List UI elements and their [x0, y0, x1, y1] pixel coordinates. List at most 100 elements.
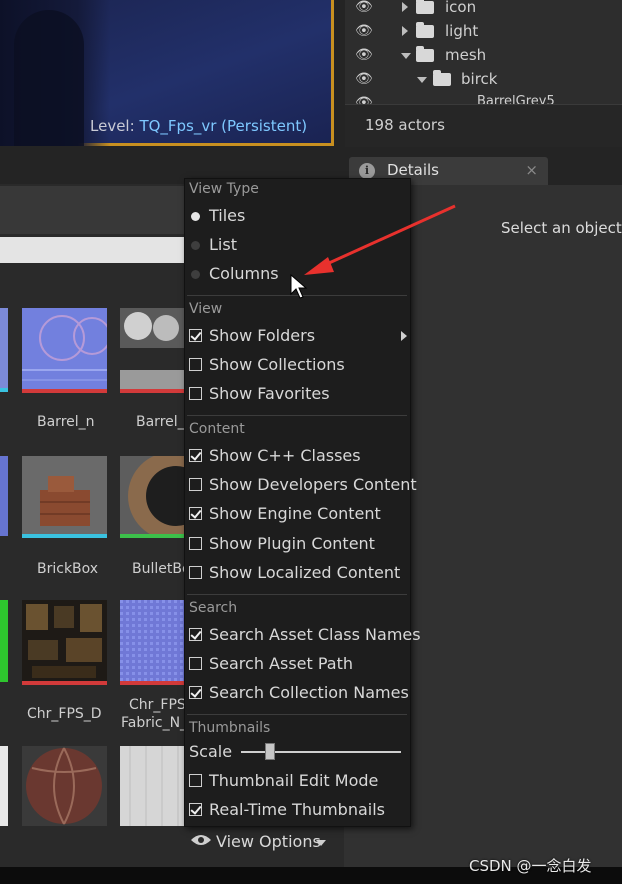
scale-slider-thumb[interactable]: [265, 743, 275, 760]
asset-label: BulletBo: [132, 561, 191, 577]
menu-item-label: Tiles: [209, 206, 246, 225]
outliner-item-label: icon: [445, 0, 477, 16]
world-outliner: 👁 icon 👁 light 👁 mesh 👁 birck 👁 BarrelGr…: [345, 0, 622, 111]
menu-item-label: Thumbnail Edit Mode: [209, 771, 379, 790]
thumbnail-scale-row: Scale: [189, 739, 405, 765]
menu-item-label: Show Developers Content: [209, 475, 417, 494]
thumbnail-edit-mode-option[interactable]: Thumbnail Edit Mode: [189, 768, 405, 794]
character-diffuse-preview: [22, 600, 107, 682]
asset-type-bar: [120, 389, 185, 393]
scale-label: Scale: [189, 742, 233, 761]
radio-unselected-icon: [191, 270, 200, 279]
asset-type-bar: [22, 534, 107, 538]
actor-count: 198 actors: [365, 116, 445, 134]
asset-label: Chr_FPS_D: [27, 706, 102, 722]
asset-type-bar: [120, 534, 185, 538]
search-asset-class-names-option[interactable]: Search Asset Class Names: [189, 622, 421, 648]
menu-item-label: Show C++ Classes: [209, 446, 361, 465]
show-developers-content-option[interactable]: Show Developers Content: [189, 472, 417, 498]
visibility-eye-icon[interactable]: 👁: [355, 0, 375, 15]
normal-map-preview: [22, 308, 111, 390]
asset-thumbnail-partial[interactable]: [0, 456, 8, 536]
checkbox-checked-icon: [189, 507, 202, 520]
checkbox-unchecked-icon: [189, 537, 202, 550]
visibility-eye-icon[interactable]: 👁: [355, 23, 375, 39]
collapse-arrow-icon[interactable]: [417, 77, 427, 83]
outliner-item-label: mesh: [445, 46, 487, 64]
outliner-row-icon[interactable]: 👁 icon: [345, 0, 622, 20]
actor-count-bar: 198 actors: [345, 104, 622, 147]
asset-thumbnail[interactable]: [120, 746, 185, 826]
collapse-arrow-icon[interactable]: [401, 53, 411, 59]
menu-item-label: Search Collection Names: [209, 683, 409, 702]
folder-icon: [416, 22, 434, 38]
level-indicator: Level: TQ_Fps_vr (Persistent): [90, 117, 307, 135]
menu-item-label: Real-Time Thumbnails: [209, 800, 386, 819]
visibility-eye-icon[interactable]: 👁: [355, 47, 375, 63]
asset-label: Barrel_n: [37, 414, 95, 430]
level-prefix: Level:: [90, 117, 135, 135]
asset-thumbnail-partial[interactable]: [0, 746, 8, 826]
asset-thumbnail[interactable]: [22, 308, 111, 390]
checkbox-unchecked-icon: [189, 657, 202, 670]
view-options-button[interactable]: View Options: [184, 826, 340, 860]
asset-type-bar: [22, 681, 107, 685]
show-plugin-content-option[interactable]: Show Plugin Content: [189, 531, 405, 557]
asset-thumbnail[interactable]: [120, 452, 216, 540]
outliner-row-mesh[interactable]: 👁 mesh: [345, 44, 622, 68]
checkbox-unchecked-icon: [189, 774, 202, 787]
show-cpp-classes-option[interactable]: Show C++ Classes: [189, 443, 405, 469]
menu-item-label: Show Plugin Content: [209, 534, 375, 553]
details-empty-hint: Select an object t: [501, 219, 622, 237]
bullet-box-preview: [120, 452, 216, 540]
outliner-row-birck[interactable]: 👁 birck: [345, 68, 622, 92]
show-favorites-option[interactable]: Show Favorites: [189, 381, 405, 407]
show-folders-option[interactable]: Show Folders: [189, 323, 407, 349]
asset-label: BrickBox: [37, 561, 99, 577]
details-tab-label: Details: [387, 161, 440, 179]
asset-type-bar: [120, 681, 185, 685]
search-asset-path-option[interactable]: Search Asset Path: [189, 651, 405, 677]
menu-item-label: Show Folders: [209, 326, 316, 345]
section-header-view-type: View Type: [189, 181, 259, 197]
show-engine-content-option[interactable]: Show Engine Content: [189, 501, 405, 527]
menu-separator: [187, 415, 407, 416]
visibility-eye-icon[interactable]: 👁: [355, 71, 375, 87]
material-sphere-preview: [22, 746, 107, 826]
search-collection-names-option[interactable]: Search Collection Names: [189, 680, 409, 706]
real-time-thumbnails-option[interactable]: Real-Time Thumbnails: [189, 797, 405, 823]
asset-thumbnail[interactable]: [120, 600, 185, 682]
folder-open-icon: [416, 46, 434, 62]
specular-map-preview: [120, 308, 185, 390]
section-header-view: View: [189, 301, 223, 317]
asset-thumbnail[interactable]: [120, 308, 185, 390]
close-icon[interactable]: ×: [525, 161, 538, 179]
outliner-row-light[interactable]: 👁 light: [345, 20, 622, 44]
search-input[interactable]: [0, 237, 188, 263]
menu-item-label: Show Favorites: [209, 384, 330, 403]
asset-thumbnail-partial[interactable]: [0, 600, 8, 682]
asset-thumbnail[interactable]: [22, 600, 107, 682]
radio-selected-icon: [191, 212, 200, 221]
show-localized-content-option[interactable]: Show Localized Content: [189, 560, 405, 586]
content-browser-toolbar: [0, 186, 188, 234]
asset-thumbnail[interactable]: [22, 746, 107, 826]
show-collections-option[interactable]: Show Collections: [189, 352, 405, 378]
expand-arrow-icon[interactable]: [402, 26, 408, 36]
annotation-arrow-icon: [304, 204, 456, 275]
folder-icon: [416, 0, 434, 14]
asset-thumbnail-partial[interactable]: [0, 308, 8, 390]
folder-open-icon: [433, 70, 451, 86]
checkbox-unchecked-icon: [189, 478, 202, 491]
level-name: TQ_Fps_vr (Persistent): [139, 117, 308, 135]
checkbox-checked-icon: [189, 449, 202, 462]
expand-arrow-icon[interactable]: [402, 2, 408, 12]
checkbox-checked-icon: [189, 686, 202, 699]
asset-thumbnail[interactable]: [22, 456, 107, 536]
info-icon: i: [359, 163, 375, 179]
section-header-content: Content: [189, 421, 245, 437]
checkbox-checked-icon: [189, 628, 202, 641]
checkbox-unchecked-icon: [189, 566, 202, 579]
section-header-search: Search: [189, 600, 238, 616]
viewport-character-silhouette: [14, 10, 84, 146]
